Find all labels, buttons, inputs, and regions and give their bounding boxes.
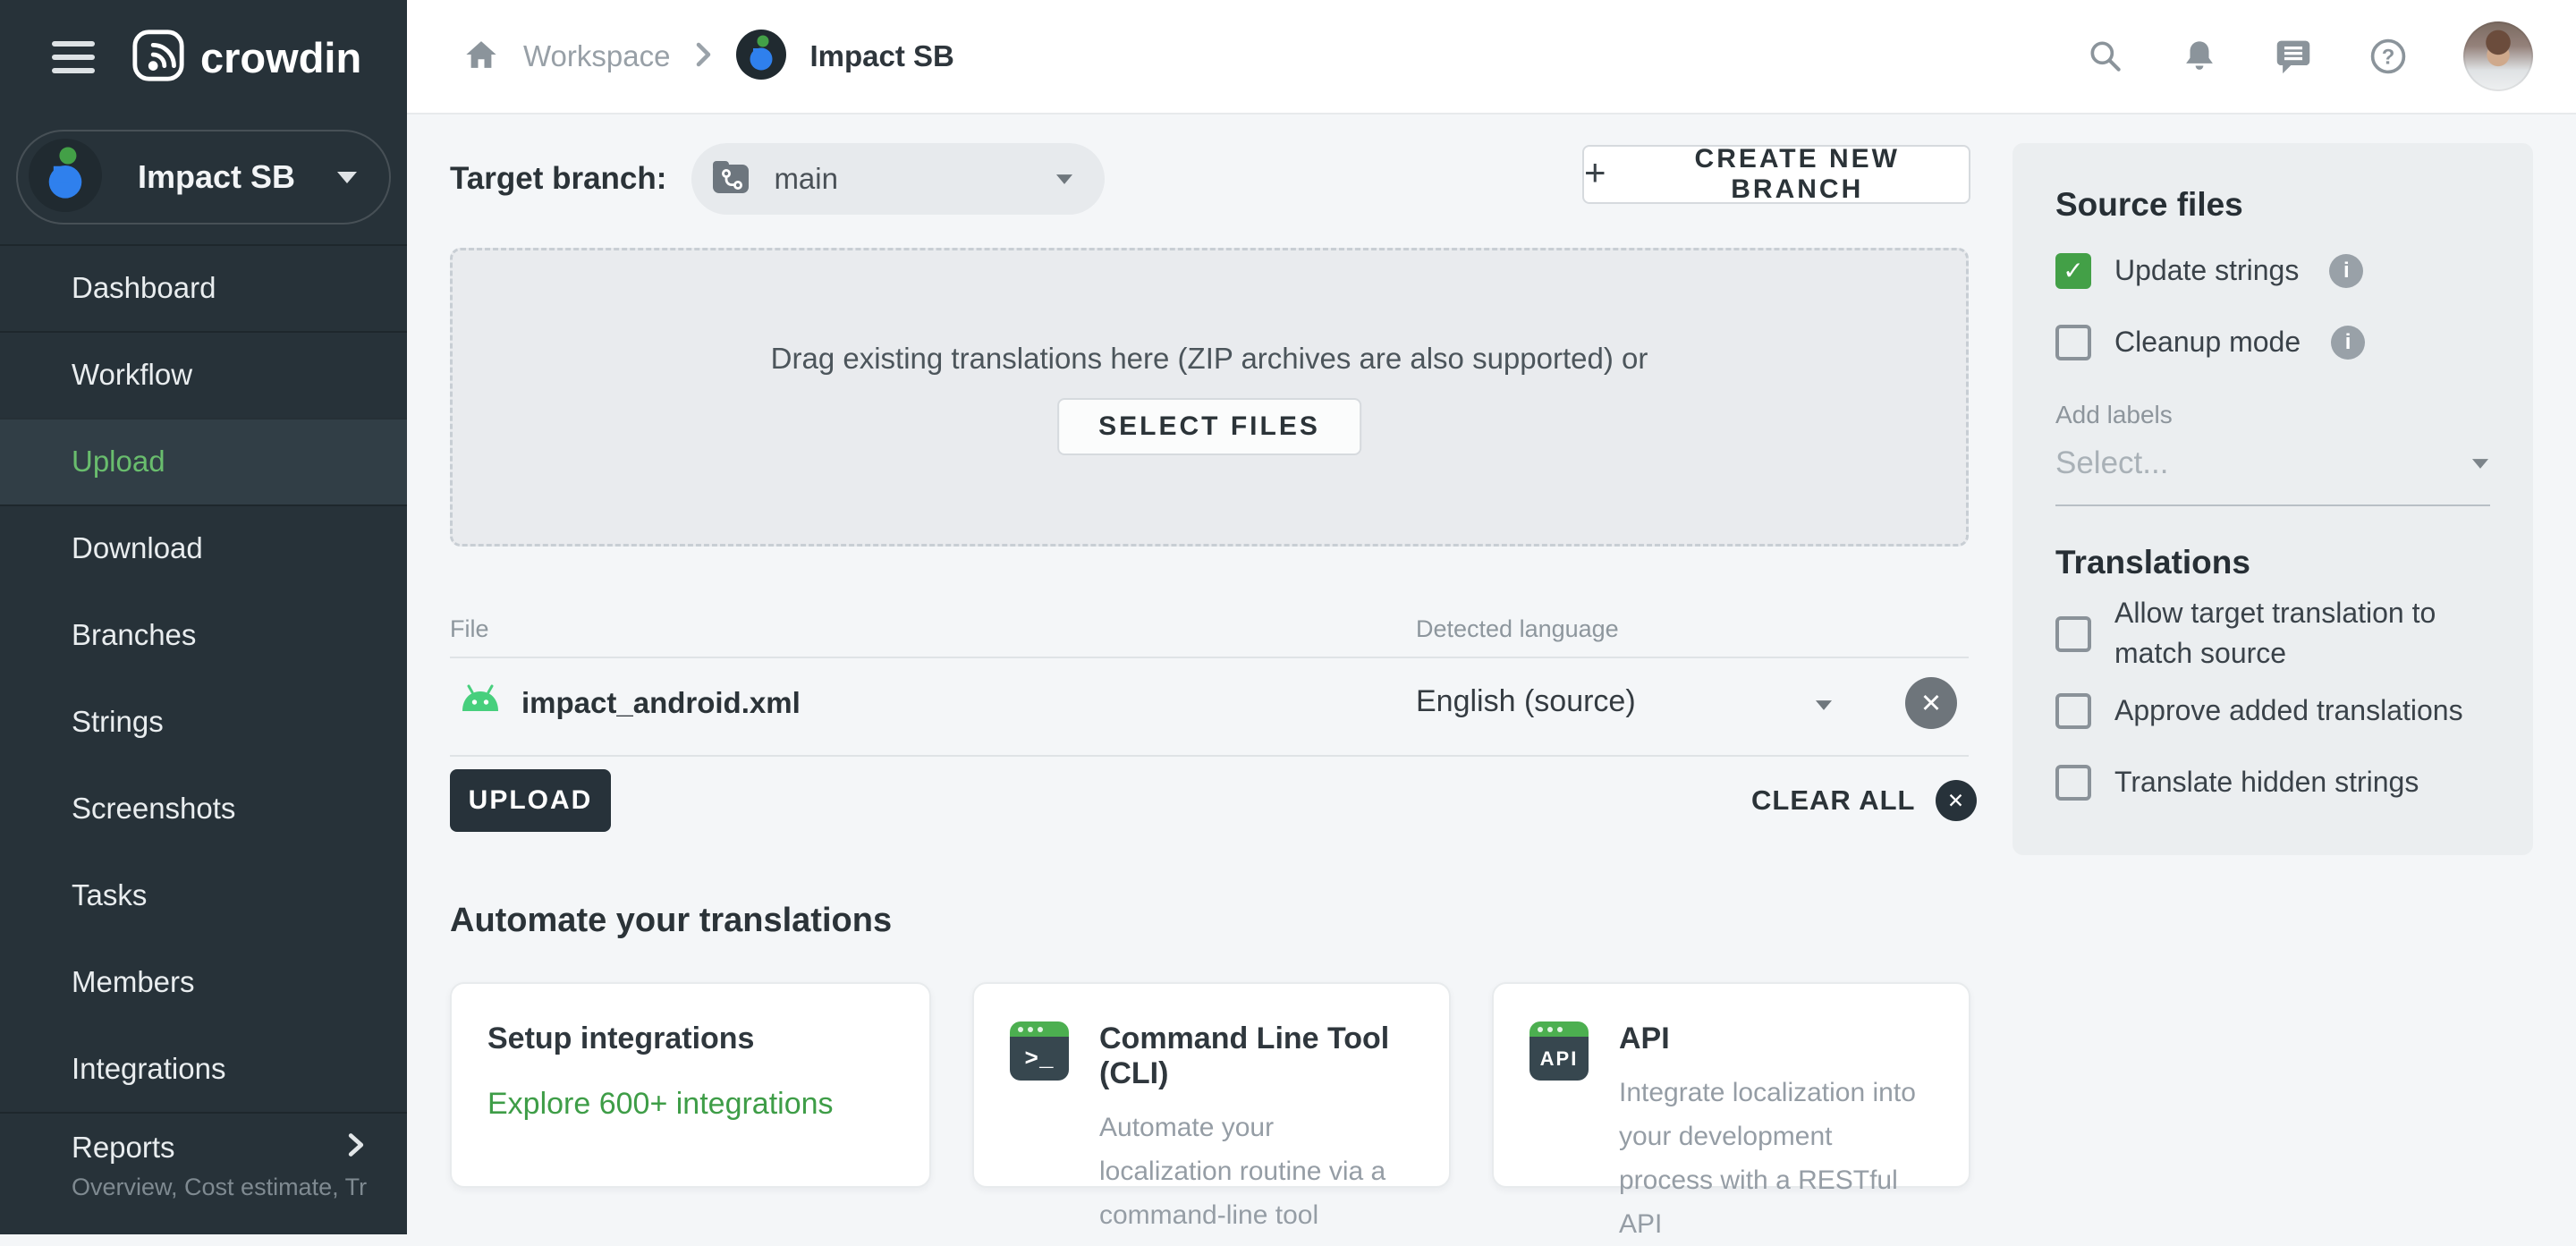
- file-dropzone[interactable]: Drag existing translations here (ZIP arc…: [450, 248, 1969, 547]
- sidebar-item-screenshots[interactable]: Screenshots: [0, 765, 407, 852]
- plus-icon: +: [1584, 150, 1606, 193]
- close-circle-icon: ✕: [1935, 780, 1977, 821]
- breadcrumb-workspace[interactable]: Workspace: [523, 39, 670, 73]
- topbar-actions: ?: [2086, 21, 2533, 91]
- caret-down-icon: [337, 171, 357, 183]
- upload-settings-panel: Source files ✓ Update strings i Cleanup …: [2012, 143, 2533, 855]
- allow-target-match-option: Allow target translation to match source: [2055, 593, 2497, 674]
- automate-heading: Automate your translations: [450, 902, 893, 939]
- check-icon: ✓: [2063, 257, 2084, 284]
- translations-heading: Translations: [2055, 544, 2250, 581]
- cleanup-mode-option: Cleanup mode i: [2055, 322, 2497, 362]
- add-labels-label: Add labels: [2055, 401, 2173, 428]
- breadcrumb: Workspace Impact SB: [462, 29, 954, 84]
- sidebar-item-strings[interactable]: Strings: [0, 678, 407, 765]
- project-avatar: [29, 138, 102, 216]
- card-title: API: [1619, 1021, 1670, 1055]
- android-file-icon: [459, 683, 502, 718]
- sidebar-item-workflow[interactable]: Workflow: [0, 331, 407, 418]
- card-title: Setup integrations: [487, 1021, 755, 1055]
- close-icon: ✕: [1919, 689, 1943, 718]
- create-new-branch-button[interactable]: + CREATE NEW BRANCH: [1582, 144, 1970, 204]
- breadcrumb-project[interactable]: Impact SB: [809, 39, 953, 73]
- cli-card[interactable]: >_ Command Line Tool (CLI) Automate your…: [972, 982, 1451, 1230]
- file-name: impact_android.xml: [521, 686, 801, 719]
- setup-integrations-card[interactable]: Setup integrations Explore 600+ integrat…: [450, 982, 931, 1188]
- sidebar-item-dashboard[interactable]: Dashboard: [0, 244, 407, 331]
- detected-language-select[interactable]: English (source): [1416, 684, 1636, 719]
- api-card[interactable]: API API Integrate localization into your…: [1492, 982, 1970, 1239]
- sidebar-item-reports[interactable]: Reports Overview, Cost estimate, Transl…: [0, 1112, 407, 1219]
- table-divider: [450, 657, 1969, 658]
- topbar: Workspace Impact SB ?: [407, 0, 2576, 114]
- crowdin-logo[interactable]: crowdin: [131, 28, 361, 88]
- hamburger-menu-icon[interactable]: [52, 41, 95, 73]
- checkbox-unchecked[interactable]: [2055, 616, 2091, 652]
- dropzone-text: Drag existing translations here (ZIP arc…: [770, 342, 1648, 375]
- branch-select-value: main: [774, 162, 838, 195]
- messages-icon[interactable]: [2274, 38, 2313, 75]
- table-divider: [450, 755, 1969, 757]
- sidebar-item-tasks[interactable]: Tasks: [0, 852, 407, 938]
- explore-integrations-link[interactable]: Explore 600+ integrations: [487, 1087, 894, 1122]
- target-branch-label: Target branch:: [450, 161, 667, 196]
- terminal-icon: >_: [1010, 1021, 1069, 1081]
- project-selector-label: Impact SB: [138, 158, 296, 195]
- caret-down-icon[interactable]: [1815, 700, 1833, 710]
- remove-file-button[interactable]: ✕: [1905, 677, 1957, 729]
- table-header-file: File: [450, 615, 489, 642]
- sidebar: crowdin Impact SB Dashboard Workflow Upl…: [0, 0, 407, 1234]
- chevron-right-icon: [344, 1131, 368, 1165]
- card-description: Automate your localization routine via a…: [1099, 1113, 1386, 1230]
- sidebar-item-members[interactable]: Members: [0, 938, 407, 1025]
- sidebar-item-upload[interactable]: Upload: [0, 418, 407, 504]
- info-icon[interactable]: i: [2329, 253, 2364, 288]
- target-branch-row: Target branch: main: [450, 143, 1106, 215]
- crowdin-logo-icon: [131, 28, 186, 88]
- table-header-detected-language: Detected language: [1416, 615, 1619, 642]
- sidebar-nav: Dashboard Workflow Upload Download Branc…: [0, 244, 407, 1219]
- card-description: Integrate localization into your develop…: [1619, 1078, 1916, 1239]
- brand-area: crowdin: [0, 0, 407, 114]
- notifications-bell-icon[interactable]: [2181, 37, 2218, 76]
- checkbox-unchecked[interactable]: [2055, 324, 2091, 360]
- clear-all-button[interactable]: CLEAR ALL ✕: [1751, 780, 1977, 821]
- select-files-button[interactable]: SELECT FILES: [1057, 398, 1361, 455]
- reports-subtext: Overview, Cost estimate, Transl…: [72, 1173, 368, 1200]
- labels-select-placeholder: Select...: [2055, 445, 2169, 480]
- approve-added-option: Approve added translations: [2055, 691, 2497, 731]
- caret-down-icon: [1056, 174, 1073, 184]
- branch-select[interactable]: main: [691, 143, 1106, 215]
- info-icon[interactable]: i: [2331, 325, 2366, 360]
- labels-select[interactable]: Select...: [2055, 445, 2490, 506]
- user-avatar[interactable]: [2463, 21, 2533, 91]
- help-icon[interactable]: ?: [2368, 37, 2408, 76]
- card-title: Command Line Tool (CLI): [1099, 1021, 1390, 1090]
- upload-button[interactable]: UPLOAD: [450, 769, 611, 832]
- chevron-right-icon: [693, 41, 713, 72]
- home-icon[interactable]: [462, 37, 500, 77]
- sidebar-item-download[interactable]: Download: [0, 504, 407, 591]
- svg-text:?: ?: [2382, 45, 2395, 69]
- checkbox-unchecked[interactable]: [2055, 692, 2091, 729]
- source-files-heading: Source files: [2055, 186, 2243, 223]
- search-icon[interactable]: [2086, 37, 2125, 76]
- branch-folder-icon: [711, 157, 750, 201]
- sidebar-item-branches[interactable]: Branches: [0, 591, 407, 678]
- crowdin-logo-text: crowdin: [200, 33, 362, 81]
- api-icon: API: [1530, 1021, 1589, 1081]
- update-strings-option: ✓ Update strings i: [2055, 250, 2497, 291]
- caret-down-icon: [2471, 458, 2489, 469]
- sidebar-item-integrations[interactable]: Integrations: [0, 1025, 407, 1112]
- checkbox-checked[interactable]: ✓: [2055, 252, 2091, 289]
- breadcrumb-project-avatar: [736, 29, 787, 84]
- project-selector[interactable]: Impact SB: [16, 130, 391, 225]
- checkbox-unchecked[interactable]: [2055, 764, 2091, 801]
- translate-hidden-option: Translate hidden strings: [2055, 762, 2497, 802]
